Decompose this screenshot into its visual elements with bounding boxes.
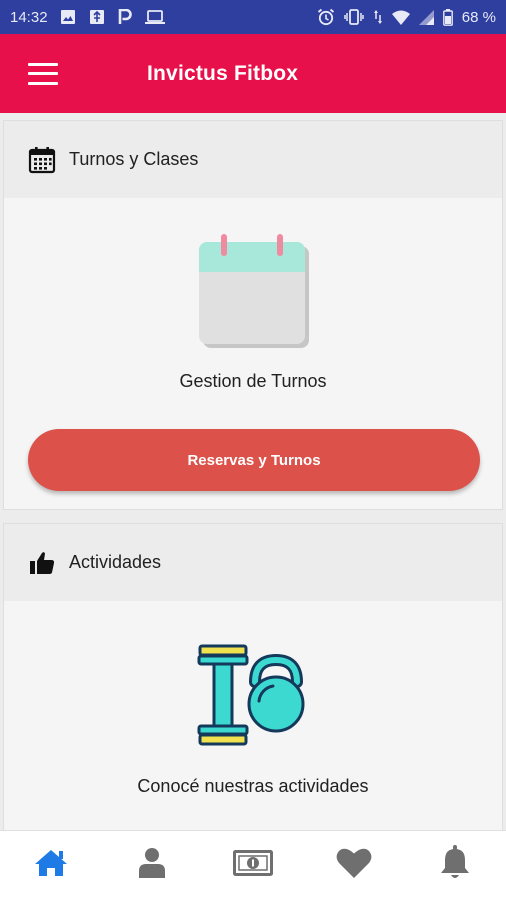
status-bar: 14:32 68 % bbox=[0, 0, 506, 34]
calendar-icon bbox=[28, 146, 56, 174]
reservas-turnos-button[interactable]: Reservas y Turnos bbox=[28, 429, 480, 491]
actividades-card-header: Actividades bbox=[4, 524, 502, 601]
signal-icon bbox=[418, 9, 434, 25]
heart-icon bbox=[336, 847, 372, 884]
nav-notifications[interactable] bbox=[405, 831, 506, 900]
wifi-icon bbox=[391, 10, 410, 25]
alarm-icon bbox=[317, 8, 335, 26]
data-arrows-icon bbox=[373, 9, 383, 25]
app-bar: Invictus Fitbox bbox=[0, 34, 506, 113]
user-icon bbox=[138, 847, 166, 884]
nav-favorites[interactable] bbox=[304, 831, 405, 900]
actividades-caption: Conocé nuestras actividades bbox=[137, 776, 369, 796]
notification-icons bbox=[60, 9, 165, 25]
battery-icon bbox=[442, 8, 453, 26]
status-time: 14:32 bbox=[10, 8, 48, 26]
app-title: Invictus Fitbox bbox=[147, 61, 299, 85]
turnos-caption: Gestion de Turnos bbox=[179, 371, 327, 391]
system-icons: 68 % bbox=[317, 8, 496, 26]
home-icon bbox=[34, 848, 68, 883]
nav-home[interactable] bbox=[0, 831, 101, 900]
money-icon bbox=[233, 850, 273, 881]
turnos-card-header: Turnos y Clases bbox=[4, 121, 502, 198]
usb-notification-icon bbox=[89, 9, 105, 25]
laptop-notification-icon bbox=[144, 9, 165, 25]
actividades-card-title: Actividades bbox=[69, 552, 162, 572]
nav-payments[interactable] bbox=[202, 831, 303, 900]
turnos-card-title: Turnos y Clases bbox=[69, 149, 199, 169]
thumbs-up-icon bbox=[28, 549, 56, 577]
bottom-navigation bbox=[0, 830, 506, 900]
parking-notification-icon bbox=[118, 9, 132, 25]
actividades-card: Actividades Conocé nuestras actividades bbox=[3, 523, 503, 830]
turnos-card: Turnos y Clases Gestion de Turnos Reserv… bbox=[3, 120, 503, 510]
home-content[interactable]: Turnos y Clases Gestion de Turnos Reserv… bbox=[0, 113, 506, 830]
bell-icon bbox=[439, 845, 471, 886]
dumbbell-kettlebell-illustration bbox=[197, 644, 309, 753]
battery-percent: 68 % bbox=[461, 8, 496, 26]
image-notification-icon bbox=[60, 9, 76, 25]
hamburger-menu-icon[interactable] bbox=[28, 62, 58, 85]
nav-profile[interactable] bbox=[101, 831, 202, 900]
vibrate-icon bbox=[344, 9, 364, 25]
calendar-illustration bbox=[195, 234, 311, 355]
